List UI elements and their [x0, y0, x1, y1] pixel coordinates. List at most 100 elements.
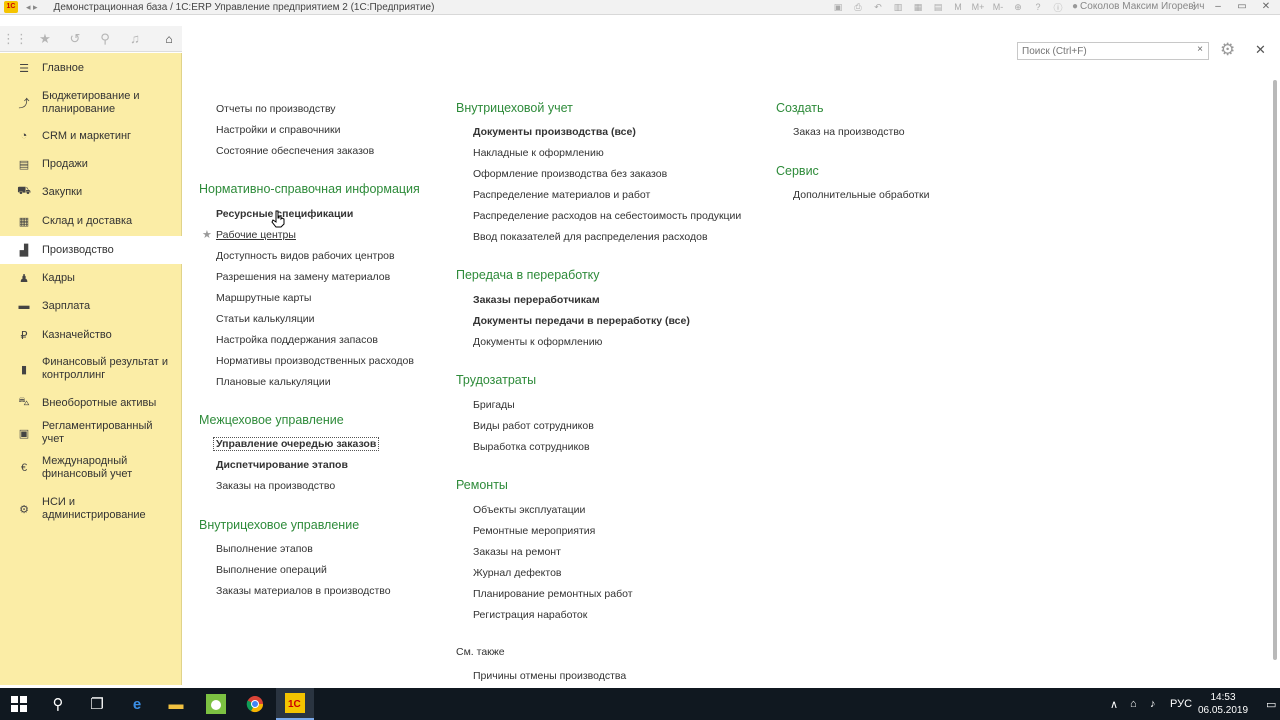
- sidebar-item-production[interactable]: ▟ Производство: [0, 236, 182, 264]
- m-icon[interactable]: M: [948, 1, 968, 13]
- link-stage-execution[interactable]: Выполнение этапов: [216, 543, 313, 555]
- link-route-cards[interactable]: Маршрутные карты: [216, 292, 311, 304]
- close-icon[interactable]: ✕: [1255, 42, 1266, 58]
- favorite-star-icon[interactable]: ★: [202, 228, 212, 241]
- notifications-icon[interactable]: ▭: [1266, 688, 1276, 720]
- link-operation-objects[interactable]: Объекты эксплуатации: [473, 504, 585, 516]
- sidebar-item-budget[interactable]: ⤴ Бюджетирование и планирование: [0, 84, 182, 122]
- more-icon[interactable]: ⋮: [1182, 0, 1206, 14]
- sidebar-item-salary[interactable]: ▬ Зарплата: [0, 292, 182, 320]
- zoom-icon[interactable]: ⊕: [1008, 1, 1028, 13]
- history-icon[interactable]: ↺: [60, 31, 90, 47]
- clock[interactable]: 14:53 06.05.2019: [1195, 691, 1251, 717]
- scrollbar-thumb[interactable]: [1273, 80, 1277, 660]
- link-invoices-to-process[interactable]: Накладные к оформлению: [473, 147, 604, 159]
- link-work-centers[interactable]: Рабочие центры: [216, 229, 296, 241]
- link-planned-costing[interactable]: Плановые калькуляции: [216, 376, 331, 388]
- link-order-queue[interactable]: Управление очередью заказов: [213, 437, 380, 451]
- m-plus-icon[interactable]: M+: [968, 1, 988, 13]
- link-work-center-availability[interactable]: Доступность видов рабочих центров: [216, 250, 395, 262]
- link-operation-execution[interactable]: Выполнение операций: [216, 564, 327, 576]
- android-icon[interactable]: [197, 688, 235, 720]
- sidebar-item-assets[interactable]: ⛍ Внеоборотные активы: [0, 388, 182, 418]
- nav-arrows-icon[interactable]: ◂ ▸: [26, 2, 38, 13]
- section-title-service: Сервис: [776, 164, 819, 178]
- bell-icon[interactable]: ♫: [120, 31, 150, 46]
- minimize-button[interactable]: –: [1206, 0, 1230, 14]
- link-repair-activities[interactable]: Ремонтные мероприятия: [473, 525, 595, 537]
- apps-icon[interactable]: ⋮⋮: [0, 31, 30, 47]
- link-production-without-orders[interactable]: Оформление производства без заказов: [473, 168, 667, 180]
- link-production-orders[interactable]: Заказы на производство: [216, 480, 335, 492]
- sidebar-item-treasury[interactable]: ₽ Казначейство: [0, 320, 182, 350]
- link-material-replacement[interactable]: Разрешения на замену материалов: [216, 271, 390, 283]
- link-employee-work-types[interactable]: Виды работ сотрудников: [473, 420, 594, 432]
- sidebar-item-personnel[interactable]: ♟ Кадры: [0, 264, 182, 292]
- search-icon[interactable]: ⚲: [39, 688, 77, 720]
- link-costing-items[interactable]: Статьи калькуляции: [216, 313, 315, 325]
- help-icon[interactable]: ?: [1028, 1, 1048, 13]
- link-settings-catalogs[interactable]: Настройки и справочники: [216, 124, 340, 136]
- sidebar-item-international[interactable]: € Международный финансовый учет: [0, 448, 182, 488]
- table-icon[interactable]: ▥: [888, 1, 908, 13]
- link-cost-distribution[interactable]: Распределение расходов на себестоимость …: [473, 210, 741, 222]
- search-icon[interactable]: ⚲: [90, 31, 120, 47]
- app-logo-icon[interactable]: 1C: [4, 1, 18, 13]
- calendar-icon[interactable]: ▦: [908, 1, 928, 13]
- windows-start-icon[interactable]: [0, 688, 38, 720]
- clear-icon[interactable]: ×: [1197, 44, 1203, 55]
- sidebar-item-label: Склад и доставка: [42, 214, 133, 227]
- link-processor-orders[interactable]: Заказы переработчикам: [473, 294, 600, 306]
- sidebar-item-admin[interactable]: ⚙ НСИ и администрирование: [0, 488, 182, 530]
- link-stock-maintenance[interactable]: Настройка поддержания запасов: [216, 334, 378, 346]
- m-minus-icon[interactable]: M-: [988, 1, 1008, 13]
- link-processing-transfer-documents[interactable]: Документы передачи в переработку (все): [473, 315, 690, 327]
- link-operating-hours[interactable]: Регистрация наработок: [473, 609, 587, 621]
- info-icon[interactable]: ⓘ: [1048, 1, 1068, 13]
- link-brigades[interactable]: Бригады: [473, 399, 515, 411]
- sidebar-item-regulated[interactable]: ▣ Регламентированный учет: [0, 418, 182, 448]
- search-input[interactable]: [1018, 43, 1188, 59]
- link-material-distribution[interactable]: Распределение материалов и работ: [473, 189, 650, 201]
- home-icon[interactable]: ⌂: [156, 32, 182, 46]
- task-view-icon[interactable]: ❐: [78, 688, 116, 720]
- link-production-documents[interactable]: Документы производства (все): [473, 126, 636, 138]
- star-icon[interactable]: ★: [30, 31, 60, 47]
- link-documents-to-process[interactable]: Документы к оформлению: [473, 336, 602, 348]
- sidebar-item-warehouse[interactable]: ▦ Склад и доставка: [0, 206, 182, 236]
- link-cancel-reasons[interactable]: Причины отмены производства: [473, 670, 626, 682]
- link-create-production-order[interactable]: Заказ на производство: [793, 126, 905, 138]
- tray-arrow-icon[interactable]: ∧: [1110, 688, 1118, 720]
- sidebar-item-label: Главное: [42, 62, 85, 74]
- link-defect-journal[interactable]: Журнал дефектов: [473, 567, 562, 579]
- link-indicator-input[interactable]: Ввод показателей для распределения расхо…: [473, 231, 708, 243]
- explorer-icon[interactable]: ▬: [157, 688, 195, 720]
- link-stage-dispatching[interactable]: Диспетчирование этапов: [216, 459, 348, 471]
- gear-icon[interactable]: ⚙: [1220, 40, 1242, 60]
- edge-icon[interactable]: e: [118, 688, 156, 720]
- save-icon[interactable]: ▣: [828, 1, 848, 13]
- maximize-button[interactable]: ▭: [1230, 0, 1254, 14]
- link-repair-planning[interactable]: Планирование ремонтных работ: [473, 588, 633, 600]
- link-order-supply-state[interactable]: Состояние обеспечения заказов: [216, 145, 374, 157]
- print-icon[interactable]: ⎙: [848, 1, 868, 13]
- undo-icon[interactable]: ↶: [868, 1, 888, 13]
- close-window-button[interactable]: ✕: [1254, 0, 1278, 14]
- link-employee-output[interactable]: Выработка сотрудников: [473, 441, 590, 453]
- link-material-orders[interactable]: Заказы материалов в производство: [216, 585, 391, 597]
- sidebar-item-crm[interactable]: ◔ CRM и маркетинг: [0, 122, 182, 150]
- sidebar-item-sales[interactable]: ▤ Продажи: [0, 150, 182, 178]
- link-additional-processing[interactable]: Дополнительные обработки: [793, 189, 929, 201]
- network-icon[interactable]: ⌂: [1130, 688, 1137, 720]
- 1c-icon[interactable]: 1C: [276, 688, 314, 720]
- link-production-reports[interactable]: Отчеты по производству: [216, 103, 336, 115]
- link-production-cost-norms[interactable]: Нормативы производственных расходов: [216, 355, 414, 367]
- sidebar-item-main[interactable]: ☰ Главное: [0, 53, 182, 84]
- calc-icon[interactable]: ▤: [928, 1, 948, 13]
- volume-icon[interactable]: ♪: [1150, 688, 1156, 720]
- link-repair-orders[interactable]: Заказы на ремонт: [473, 546, 561, 558]
- sidebar-item-purchases[interactable]: ⛟ Закупки: [0, 178, 182, 206]
- language-indicator[interactable]: РУС: [1170, 688, 1192, 720]
- chrome-icon[interactable]: [236, 688, 274, 720]
- sidebar-item-finance[interactable]: ▮ Финансовый результат и контроллинг: [0, 350, 182, 388]
